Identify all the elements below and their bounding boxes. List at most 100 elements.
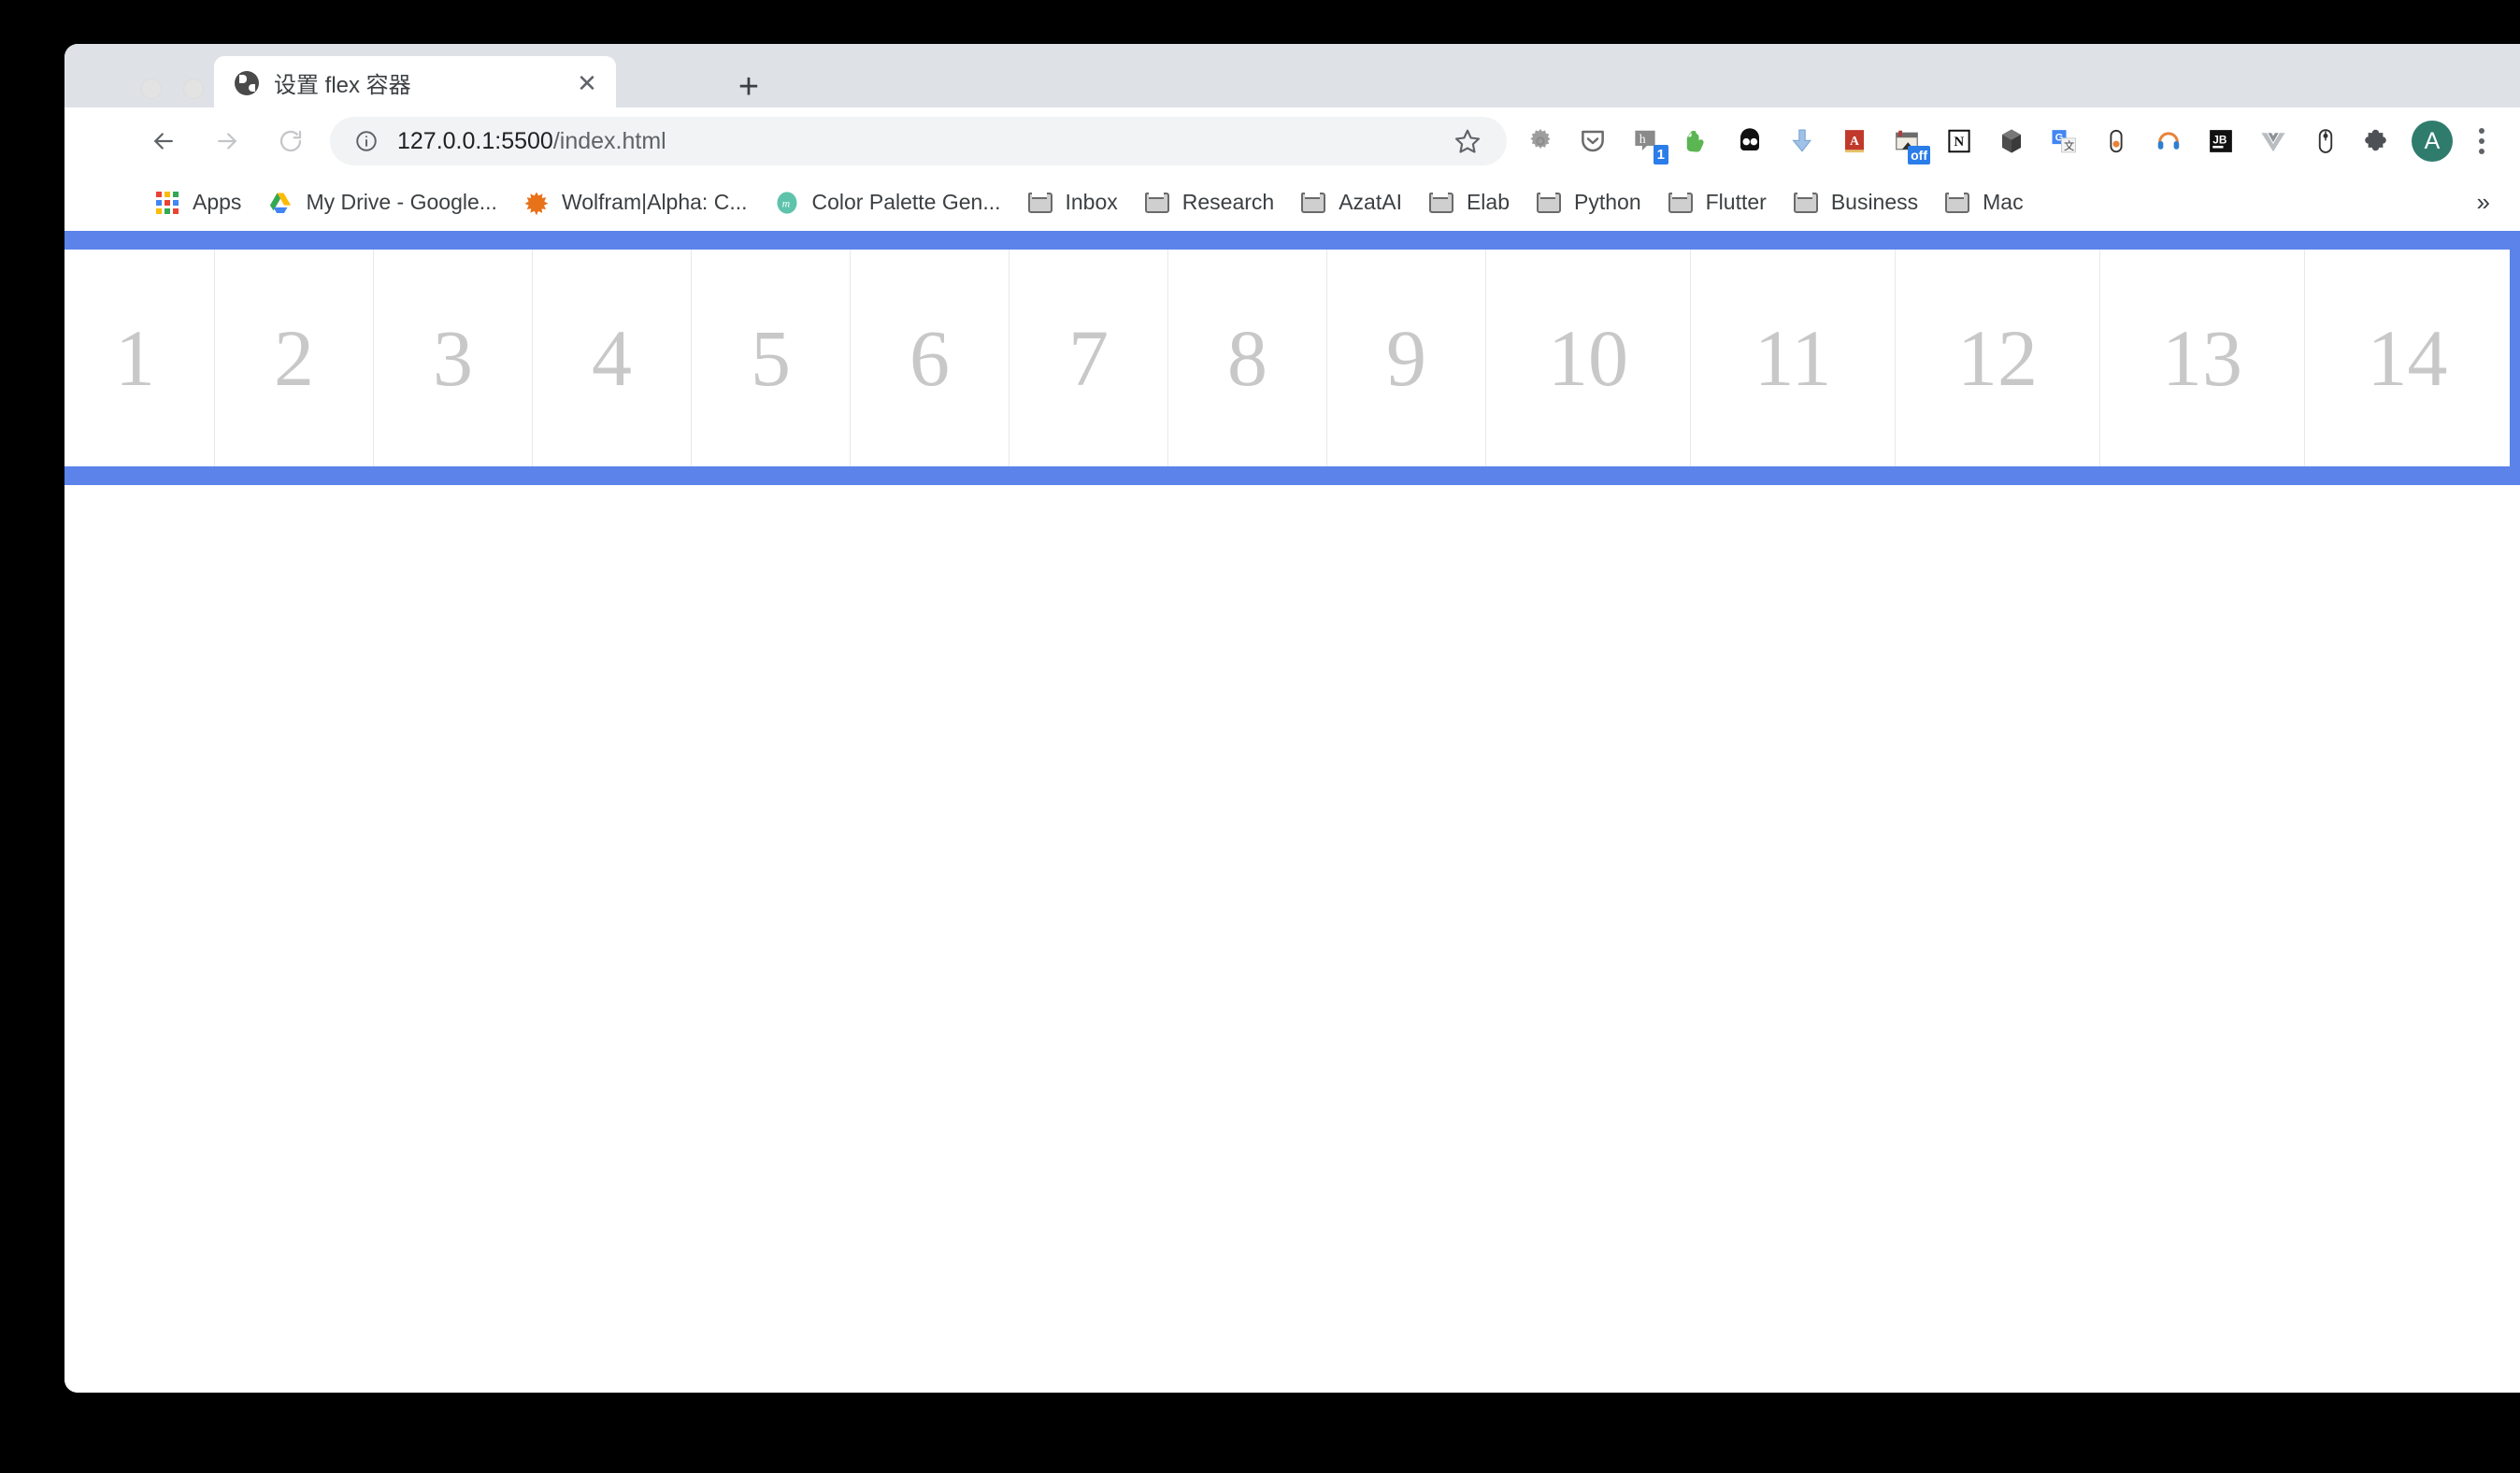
bookmark-my-drive[interactable]: My Drive - Google... bbox=[254, 180, 510, 225]
flex-item: 10 bbox=[1486, 250, 1691, 466]
bookmark-folder-business[interactable]: Business bbox=[1780, 180, 1931, 225]
tab-strip: 设置 flex 容器 ✕ + bbox=[64, 44, 2520, 109]
flex-item: 14 bbox=[2305, 250, 2510, 466]
browser-menu-button[interactable] bbox=[2460, 117, 2503, 165]
bookmark-label: Color Palette Gen... bbox=[811, 190, 1001, 214]
bookmark-folder-flutter[interactable]: Flutter bbox=[1654, 180, 1780, 225]
bookmark-apps[interactable]: Apps bbox=[141, 180, 254, 225]
dictionary-extension-icon[interactable]: A bbox=[1830, 117, 1879, 165]
folder-icon bbox=[1668, 190, 1694, 216]
cube-extension-icon[interactable] bbox=[1987, 117, 2036, 165]
info-icon[interactable] bbox=[352, 127, 380, 155]
flex-item: 1 bbox=[64, 250, 215, 466]
apps-grid-icon bbox=[154, 190, 180, 216]
gear-extension-icon[interactable] bbox=[1516, 117, 1565, 165]
pocket-extension-icon[interactable] bbox=[1568, 117, 1617, 165]
bookmark-folder-mac[interactable]: Mac bbox=[1931, 180, 2036, 225]
svg-text:N: N bbox=[1954, 135, 1964, 150]
minimize-window-button[interactable] bbox=[183, 79, 204, 99]
google-translate-extension-icon[interactable]: G文 bbox=[2040, 117, 2088, 165]
coolors-icon: m bbox=[774, 190, 800, 216]
bookmark-wolfram-alpha[interactable]: Wolfram|Alpha: C... bbox=[510, 180, 761, 225]
folder-icon bbox=[1428, 190, 1454, 216]
hypothesis-extension-icon[interactable]: h 1 bbox=[1621, 117, 1669, 165]
address-bar[interactable]: 127.0.0.1:5500/index.html bbox=[330, 117, 1507, 165]
folder-icon bbox=[1793, 190, 1819, 216]
bookmark-label: Business bbox=[1830, 190, 1919, 214]
svg-text:JB: JB bbox=[2212, 134, 2227, 147]
bookmark-label: Mac bbox=[1983, 190, 2024, 214]
bookmark-label: Flutter bbox=[1705, 190, 1767, 214]
reload-button[interactable] bbox=[266, 117, 315, 165]
svg-text:m: m bbox=[781, 197, 789, 209]
mouse-extension-icon[interactable] bbox=[2301, 117, 2350, 165]
url-host: 127.0.0.1:5500 bbox=[397, 127, 553, 154]
extension-badge: 1 bbox=[1653, 145, 1668, 164]
svg-text:h: h bbox=[1639, 132, 1646, 146]
bookmark-label: My Drive - Google... bbox=[306, 190, 497, 214]
bookmark-label: Inbox bbox=[1065, 190, 1118, 214]
flex-item: 7 bbox=[1009, 250, 1168, 466]
bookmark-folder-python[interactable]: Python bbox=[1523, 180, 1654, 225]
evernote-extension-icon[interactable] bbox=[1673, 117, 1722, 165]
puzzle-extensions-icon[interactable] bbox=[2354, 117, 2402, 165]
flex-item: 8 bbox=[1168, 250, 1327, 466]
download-extension-icon[interactable] bbox=[1778, 117, 1826, 165]
close-icon[interactable]: ✕ bbox=[571, 67, 603, 99]
bookmark-folder-azatai[interactable]: AzatAI bbox=[1287, 180, 1415, 225]
google-drive-icon bbox=[267, 190, 294, 216]
url-path: /index.html bbox=[552, 127, 666, 154]
vue-devtools-extension-icon[interactable] bbox=[2249, 117, 2298, 165]
bookmark-label: Python bbox=[1574, 190, 1641, 214]
flex-item: 9 bbox=[1327, 250, 1486, 466]
browser-window: 设置 flex 容器 ✕ + 127.0.0.1:5500/index.html bbox=[64, 44, 2520, 1393]
globe-icon bbox=[235, 70, 259, 95]
wolfram-alpha-icon bbox=[523, 190, 550, 216]
flex-item: 11 bbox=[1691, 250, 1896, 466]
flex-item: 5 bbox=[692, 250, 851, 466]
flex-item: 12 bbox=[1896, 250, 2100, 466]
bookmark-label: Elab bbox=[1466, 190, 1511, 214]
flex-item: 4 bbox=[533, 250, 692, 466]
capsule-extension-icon[interactable] bbox=[2092, 117, 2141, 165]
folder-icon bbox=[1536, 190, 1562, 216]
svg-text:A: A bbox=[1850, 134, 1859, 148]
headphones-extension-icon[interactable] bbox=[2144, 117, 2193, 165]
bookmarks-overflow-button[interactable]: » bbox=[2466, 188, 2501, 217]
back-button[interactable] bbox=[139, 117, 188, 165]
forward-button[interactable] bbox=[203, 117, 251, 165]
folder-icon bbox=[1027, 190, 1053, 216]
folder-icon bbox=[1944, 190, 1970, 216]
bookmark-folder-research[interactable]: Research bbox=[1131, 180, 1287, 225]
bookmarks-bar: Apps My Drive - Google... Wolfram|Alpha:… bbox=[64, 175, 2520, 231]
close-window-button[interactable] bbox=[141, 79, 162, 99]
url-text[interactable]: 127.0.0.1:5500/index.html bbox=[397, 128, 1436, 155]
tab-title: 设置 flex 容器 bbox=[274, 73, 411, 98]
notion-extension-icon[interactable]: N bbox=[1935, 117, 1983, 165]
extension-badge: off bbox=[1908, 146, 1930, 164]
toggle-extension-icon[interactable]: off bbox=[1883, 117, 1931, 165]
new-tab-button[interactable]: + bbox=[728, 66, 769, 107]
browser-toolbar: 127.0.0.1:5500/index.html h 1 A off N G … bbox=[64, 107, 2520, 175]
page-viewport: 1 2 3 4 5 6 7 8 9 10 11 12 13 14 bbox=[64, 231, 2520, 1393]
folder-icon bbox=[1144, 190, 1170, 216]
svg-text:文: 文 bbox=[2064, 139, 2074, 152]
tab-active[interactable]: 设置 flex 容器 ✕ bbox=[214, 56, 616, 109]
flex-item: 6 bbox=[851, 250, 1009, 466]
bookmark-label: Apps bbox=[193, 190, 242, 214]
profile-avatar[interactable]: A bbox=[2412, 121, 2453, 162]
bookmark-label: Wolfram|Alpha: C... bbox=[561, 190, 748, 214]
bookmark-label: AzatAI bbox=[1339, 190, 1402, 214]
bookmark-folder-inbox[interactable]: Inbox bbox=[1014, 180, 1131, 225]
duckduckgo-extension-icon[interactable] bbox=[1725, 117, 1774, 165]
bookmark-star-icon[interactable] bbox=[1443, 117, 1492, 165]
flex-item: 2 bbox=[215, 250, 374, 466]
flex-container: 1 2 3 4 5 6 7 8 9 10 11 12 13 14 bbox=[64, 231, 2520, 485]
flex-item: 13 bbox=[2100, 250, 2305, 466]
jetbrains-extension-icon[interactable]: JB bbox=[2197, 117, 2245, 165]
bookmark-label: Research bbox=[1181, 190, 1275, 214]
bookmark-color-palette[interactable]: m Color Palette Gen... bbox=[761, 180, 1014, 225]
flex-item: 3 bbox=[374, 250, 533, 466]
extensions-row: h 1 A off N G 文 JB A bbox=[1516, 117, 2503, 165]
bookmark-folder-elab[interactable]: Elab bbox=[1415, 180, 1523, 225]
